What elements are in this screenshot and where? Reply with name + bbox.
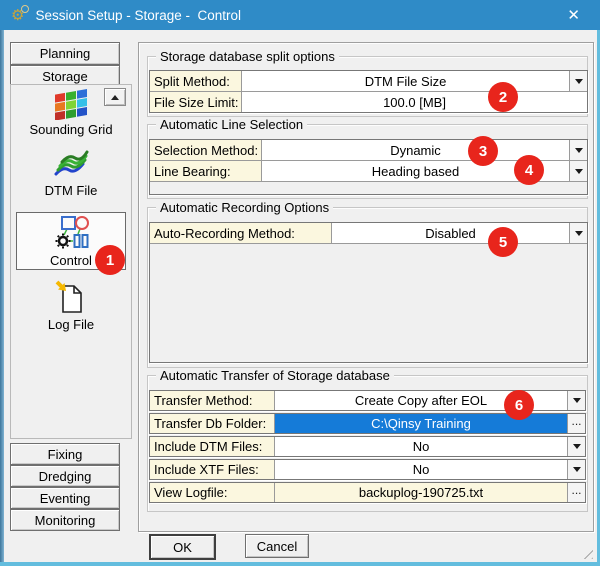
list-item-label: Sounding Grid [29,123,112,136]
callout-badge-6: 6 [504,390,534,420]
chevron-down-icon [573,444,581,449]
include-dtm-files-select[interactable]: No [275,437,567,456]
callout-badge-5: 5 [488,227,518,257]
row-split-method: Split Method: DTM File Size [150,71,587,91]
sidebar-item-dredging[interactable]: Dredging [10,465,120,487]
log-file-icon [54,279,88,315]
window-title: Session Setup - Storage - Control [35,8,241,23]
titlebar: ⚙ Session Setup - Storage - Control ✕ [0,0,600,30]
row-include-xtf-files: Include XTF Files: No [149,459,586,480]
callout-badge-2: 2 [488,82,518,112]
chevron-down-icon [575,231,583,236]
window-border-bottom [0,562,600,566]
file-size-limit-field[interactable]: 100.0 [MB] [242,92,587,112]
list-item-sounding-grid[interactable]: Sounding Grid [15,85,127,136]
dropdown-button[interactable] [569,223,587,243]
field-label: Line Bearing: [150,161,262,181]
field-label: Transfer Method: [150,391,275,410]
sidebar-item-eventing[interactable]: Eventing [10,487,120,509]
ok-button[interactable]: OK [149,534,216,560]
callout-badge-3: 3 [468,136,498,166]
window-border-left [0,30,4,566]
resize-grip-icon[interactable] [580,546,593,559]
gear-ring-icon [21,5,29,13]
list-item-label: DTM File [45,184,98,197]
field-label: Split Method: [150,71,242,91]
property-table: Split Method: DTM File Size File Size Li… [149,70,588,113]
dropdown-button[interactable] [569,140,587,160]
cancel-button[interactable]: Cancel [245,534,309,558]
browse-button[interactable]: ... [567,414,585,433]
dropdown-button[interactable] [567,460,585,479]
group-title: Automatic Line Selection [156,117,307,132]
group-title: Automatic Transfer of Storage database [156,368,394,383]
group-automatic-recording-options: Automatic Recording Options Auto-Recordi… [147,207,588,368]
dropdown-button[interactable] [569,71,587,91]
ok-button-label: OK [173,540,192,555]
list-item-log-file[interactable]: Log File [15,277,127,331]
dropdown-button[interactable] [567,437,585,456]
field-label: Auto-Recording Method: [150,223,332,243]
chevron-down-icon [573,467,581,472]
callout-badge-1: 1 [95,245,125,275]
field-label: Include DTM Files: [150,437,275,456]
control-icon [52,215,90,251]
sidebar-item-fixing[interactable]: Fixing [10,443,120,465]
row-file-size-limit: File Size Limit: 100.0 [MB] [150,91,587,112]
view-logfile-field[interactable]: backuplog-190725.txt [275,483,567,502]
browse-button[interactable]: ... [567,483,585,502]
dropdown-button[interactable] [569,161,587,181]
auto-recording-method-select[interactable]: Disabled [332,223,569,243]
callout-badge-4: 4 [514,155,544,185]
list-item-label: Log File [48,318,94,331]
group-title: Automatic Recording Options [156,200,333,215]
field-label: Transfer Db Folder: [150,414,275,433]
sidebar-item-label: Monitoring [35,513,96,528]
dtm-file-icon [53,147,89,181]
gear-icon: ⚙ [11,8,24,23]
row-include-dtm-files: Include DTM Files: No [149,436,586,457]
sidebar-item-monitoring[interactable]: Monitoring [10,509,120,531]
row-auto-recording-method: Auto-Recording Method: Disabled [150,223,587,243]
ellipsis-icon: ... [571,487,581,498]
chevron-down-icon [575,148,583,153]
field-label: Selection Method: [150,140,262,160]
close-icon[interactable]: ✕ [567,6,580,24]
field-label: File Size Limit: [150,92,242,112]
chevron-down-icon [575,169,583,174]
row-view-logfile: View Logfile: backuplog-190725.txt ... [149,482,586,503]
field-label: Include XTF Files: [150,460,275,479]
chevron-down-icon [573,398,581,403]
sidebar-item-label: Fixing [48,447,83,462]
field-label: View Logfile: [150,483,275,502]
property-table: Auto-Recording Method: Disabled [149,222,588,363]
table-filler [150,243,587,362]
group-storage-split-options: Storage database split options Split Met… [147,56,588,117]
dropdown-button[interactable] [567,391,585,410]
chevron-down-icon [575,79,583,84]
list-item-dtm-file[interactable]: DTM File [15,145,127,197]
sidebar-item-label: Eventing [40,491,91,506]
sidebar-item-planning[interactable]: Planning [10,42,120,65]
sidebar-item-label: Planning [40,46,91,61]
group-title: Storage database split options [156,49,339,64]
ellipsis-icon: ... [571,418,581,429]
list-item-label: Control [50,254,92,267]
sidebar-item-label: Dredging [39,469,92,484]
split-method-select[interactable]: DTM File Size [242,71,569,91]
sidebar-item-label: Storage [42,69,88,84]
cancel-button-label: Cancel [257,539,297,554]
sounding-grid-icon [53,87,89,120]
session-setup-dialog: ⚙ Session Setup - Storage - Control ✕ Pl… [0,0,600,566]
include-xtf-files-select[interactable]: No [275,460,567,479]
